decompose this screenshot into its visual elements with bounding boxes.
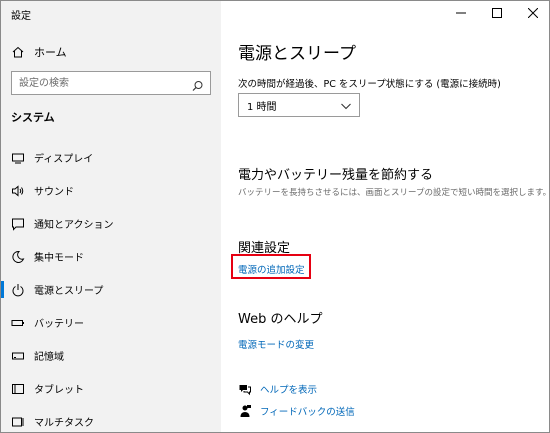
- section-heading-system: システム: [11, 111, 55, 124]
- minimize-button[interactable]: [443, 1, 479, 25]
- battery-icon: [11, 316, 25, 330]
- search-input[interactable]: [12, 72, 190, 94]
- maximize-icon: [492, 8, 502, 18]
- sidebar-item-label: 集中モード: [34, 253, 84, 264]
- sidebar-item-label: バッテリー: [34, 319, 84, 330]
- sidebar-item-label: 通知とアクション: [34, 220, 114, 231]
- change-power-mode-link[interactable]: 電源モードの変更: [238, 337, 314, 351]
- sidebar-item-display[interactable]: ディスプレイ: [1, 141, 221, 174]
- nav-home[interactable]: ホーム: [11, 41, 211, 63]
- sidebar-item-power-sleep[interactable]: 電源とスリープ: [1, 273, 221, 306]
- sidebar-item-multitasking[interactable]: マルチタスク: [1, 405, 221, 432]
- sidebar-item-label: 電源とスリープ: [34, 286, 104, 297]
- sidebar: 設定 ホーム システム ディスプレイ: [1, 1, 221, 432]
- get-help-link[interactable]: ヘルプを表示: [260, 382, 317, 396]
- sleep-dropdown[interactable]: 1 時間: [238, 93, 360, 117]
- window-controls: [443, 1, 549, 25]
- tablet-icon: [11, 382, 25, 396]
- window-title: 設定: [11, 11, 31, 22]
- web-help-heading: Web のヘルプ: [238, 312, 323, 327]
- search-box[interactable]: [11, 71, 211, 95]
- main-content: 電源とスリープ 次の時間が経過後、PC をスリープ状態にする (電源に接続時) …: [221, 1, 550, 432]
- sidebar-item-label: ディスプレイ: [34, 154, 94, 165]
- feedback-row[interactable]: フィードバックの送信: [238, 404, 355, 418]
- sidebar-item-label: タブレット: [34, 385, 84, 396]
- close-icon: [528, 8, 538, 18]
- additional-power-settings-link[interactable]: 電源の追加設定: [238, 262, 305, 276]
- sleep-dropdown-value: 1 時間: [247, 101, 277, 113]
- chevron-down-icon: [340, 100, 352, 112]
- settings-window: 設定 ホーム システム ディスプレイ: [0, 0, 550, 433]
- sidebar-item-label: サウンド: [34, 187, 74, 198]
- save-heading: 電力やバッテリー残量を節約する: [238, 168, 434, 183]
- help-chat-icon: [238, 382, 252, 396]
- storage-icon: [11, 349, 25, 363]
- speaker-icon: [11, 184, 25, 198]
- feedback-link[interactable]: フィードバックの送信: [260, 404, 355, 418]
- get-help-row[interactable]: ヘルプを表示: [238, 382, 317, 396]
- sidebar-item-tablet[interactable]: タブレット: [1, 372, 221, 405]
- search-icon[interactable]: [192, 77, 204, 91]
- page-title: 電源とスリープ: [238, 44, 356, 64]
- power-icon: [11, 283, 25, 297]
- sidebar-item-storage[interactable]: 記憶域: [1, 339, 221, 372]
- monitor-icon: [11, 151, 25, 165]
- sleep-label: 次の時間が経過後、PC をスリープ状態にする (電源に接続時): [238, 79, 501, 90]
- sidebar-item-notifications[interactable]: 通知とアクション: [1, 207, 221, 240]
- sidebar-item-label: マルチタスク: [34, 418, 94, 429]
- moon-icon: [11, 250, 25, 264]
- close-button[interactable]: [515, 1, 549, 25]
- nav-home-label: ホーム: [34, 46, 67, 59]
- save-description: バッテリーを長持ちさせるには、画面とスリープの設定で短い時間を選択します。: [238, 188, 550, 198]
- sidebar-item-label: 記憶域: [34, 352, 64, 363]
- sidebar-item-focus-assist[interactable]: 集中モード: [1, 240, 221, 273]
- sidebar-item-sound[interactable]: サウンド: [1, 174, 221, 207]
- sidebar-nav: ディスプレイ サウンド 通知とアクション 集中モード 電源とスリープ バッテリー…: [1, 141, 221, 432]
- home-icon: [11, 45, 25, 59]
- multitask-icon: [11, 415, 25, 429]
- minimize-icon: [456, 12, 466, 14]
- maximize-button[interactable]: [479, 1, 515, 25]
- feedback-icon: [238, 404, 252, 418]
- sidebar-item-battery[interactable]: バッテリー: [1, 306, 221, 339]
- notification-icon: [11, 217, 25, 231]
